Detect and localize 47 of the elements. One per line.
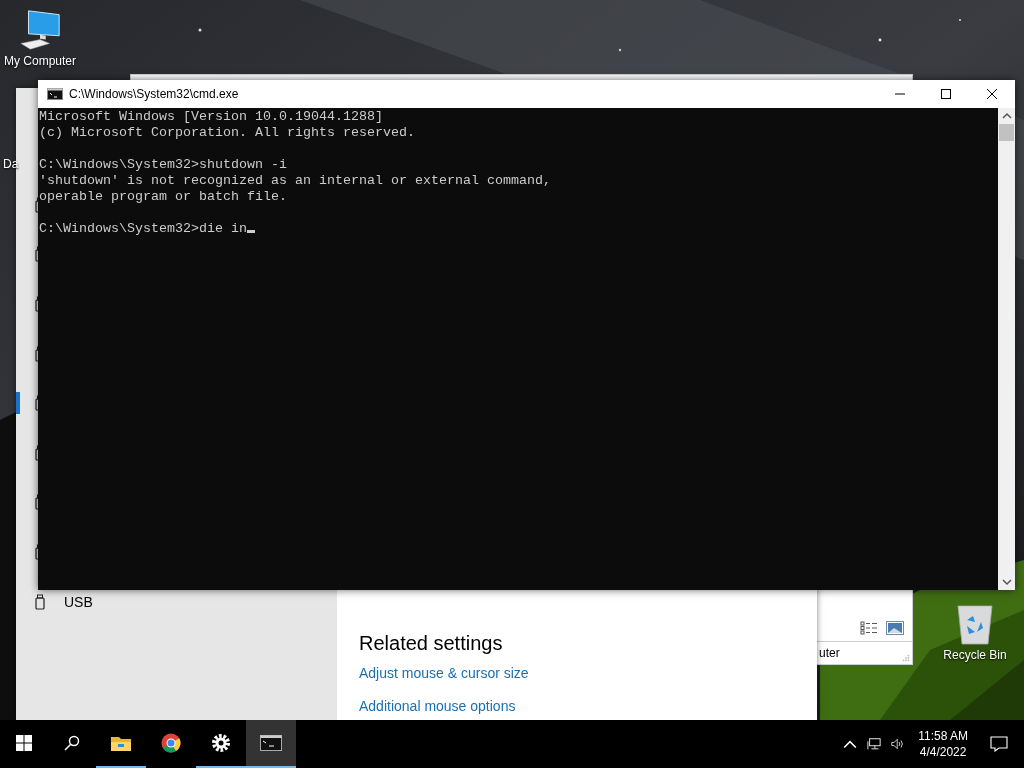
settings-link[interactable]: Additional mouse options (359, 698, 516, 714)
console-line: C:\Windows\System32>shutdown -i (39, 157, 287, 172)
windows-logo-icon (16, 735, 32, 751)
taskbar-app-button[interactable] (246, 720, 296, 768)
network-icon[interactable] (867, 737, 882, 751)
preview-view-icon[interactable] (886, 621, 904, 635)
close-icon (987, 89, 997, 99)
browser-icon (160, 733, 182, 753)
nav-item-icon[interactable] (34, 246, 38, 263)
volume-icon[interactable] (891, 737, 906, 751)
maximize-icon (941, 89, 951, 99)
section-heading: Related settings (359, 632, 503, 655)
settings-link[interactable]: Adjust mouse & cursor size (359, 665, 529, 681)
status-text: uter (819, 646, 840, 660)
console-app-icon (47, 88, 63, 100)
notification-icon[interactable] (990, 736, 1008, 752)
search-icon (64, 735, 80, 751)
clock-time: 11:58 AM (918, 728, 968, 744)
console-line: operable program or batch file. (39, 189, 287, 204)
scroll-up-icon[interactable] (1001, 112, 1012, 120)
details-view-icon[interactable] (860, 621, 878, 635)
computer-icon[interactable] (17, 8, 63, 52)
scrollbar-thumb[interactable] (999, 124, 1014, 141)
scrollbar[interactable] (998, 108, 1015, 590)
console-line: 'shutdown' is not recognized as an internal or external command, (39, 173, 551, 188)
nav-item-icon[interactable] (34, 345, 38, 362)
nav-item-icon[interactable] (34, 196, 38, 213)
nav-item-icon[interactable] (34, 593, 46, 610)
nav-item-icon[interactable] (34, 444, 38, 461)
gear-icon (210, 733, 232, 753)
text-cursor (246, 230, 255, 233)
scroll-down-icon[interactable] (1001, 578, 1012, 586)
nav-item[interactable]: USB (64, 593, 93, 610)
console-line: Microsoft Windows [Version 10.0.19044.1288] (39, 109, 383, 124)
nav-item-icon[interactable] (34, 395, 38, 412)
nav-item-icon[interactable] (34, 296, 38, 312)
console-line: (c) Microsoft Corporation. All rights reserved. (39, 125, 415, 140)
resize-grip-icon[interactable] (902, 654, 910, 662)
window-title: C:\Windows\System32\cmd.exe (69, 87, 239, 101)
clock[interactable]: 11:58 AM 4/4/2022 (910, 720, 976, 768)
nav-item-icon[interactable] (34, 494, 38, 511)
nav-item-icon[interactable] (34, 543, 38, 560)
console-line: C:\Windows\System32>die in (39, 221, 247, 236)
clock-date: 4/4/2022 (919, 744, 967, 760)
terminal-icon (260, 733, 282, 753)
desktop-icon-label[interactable]: Recycle Bin (943, 648, 1007, 662)
desktop-icon-label[interactable]: My Computer (4, 54, 76, 68)
